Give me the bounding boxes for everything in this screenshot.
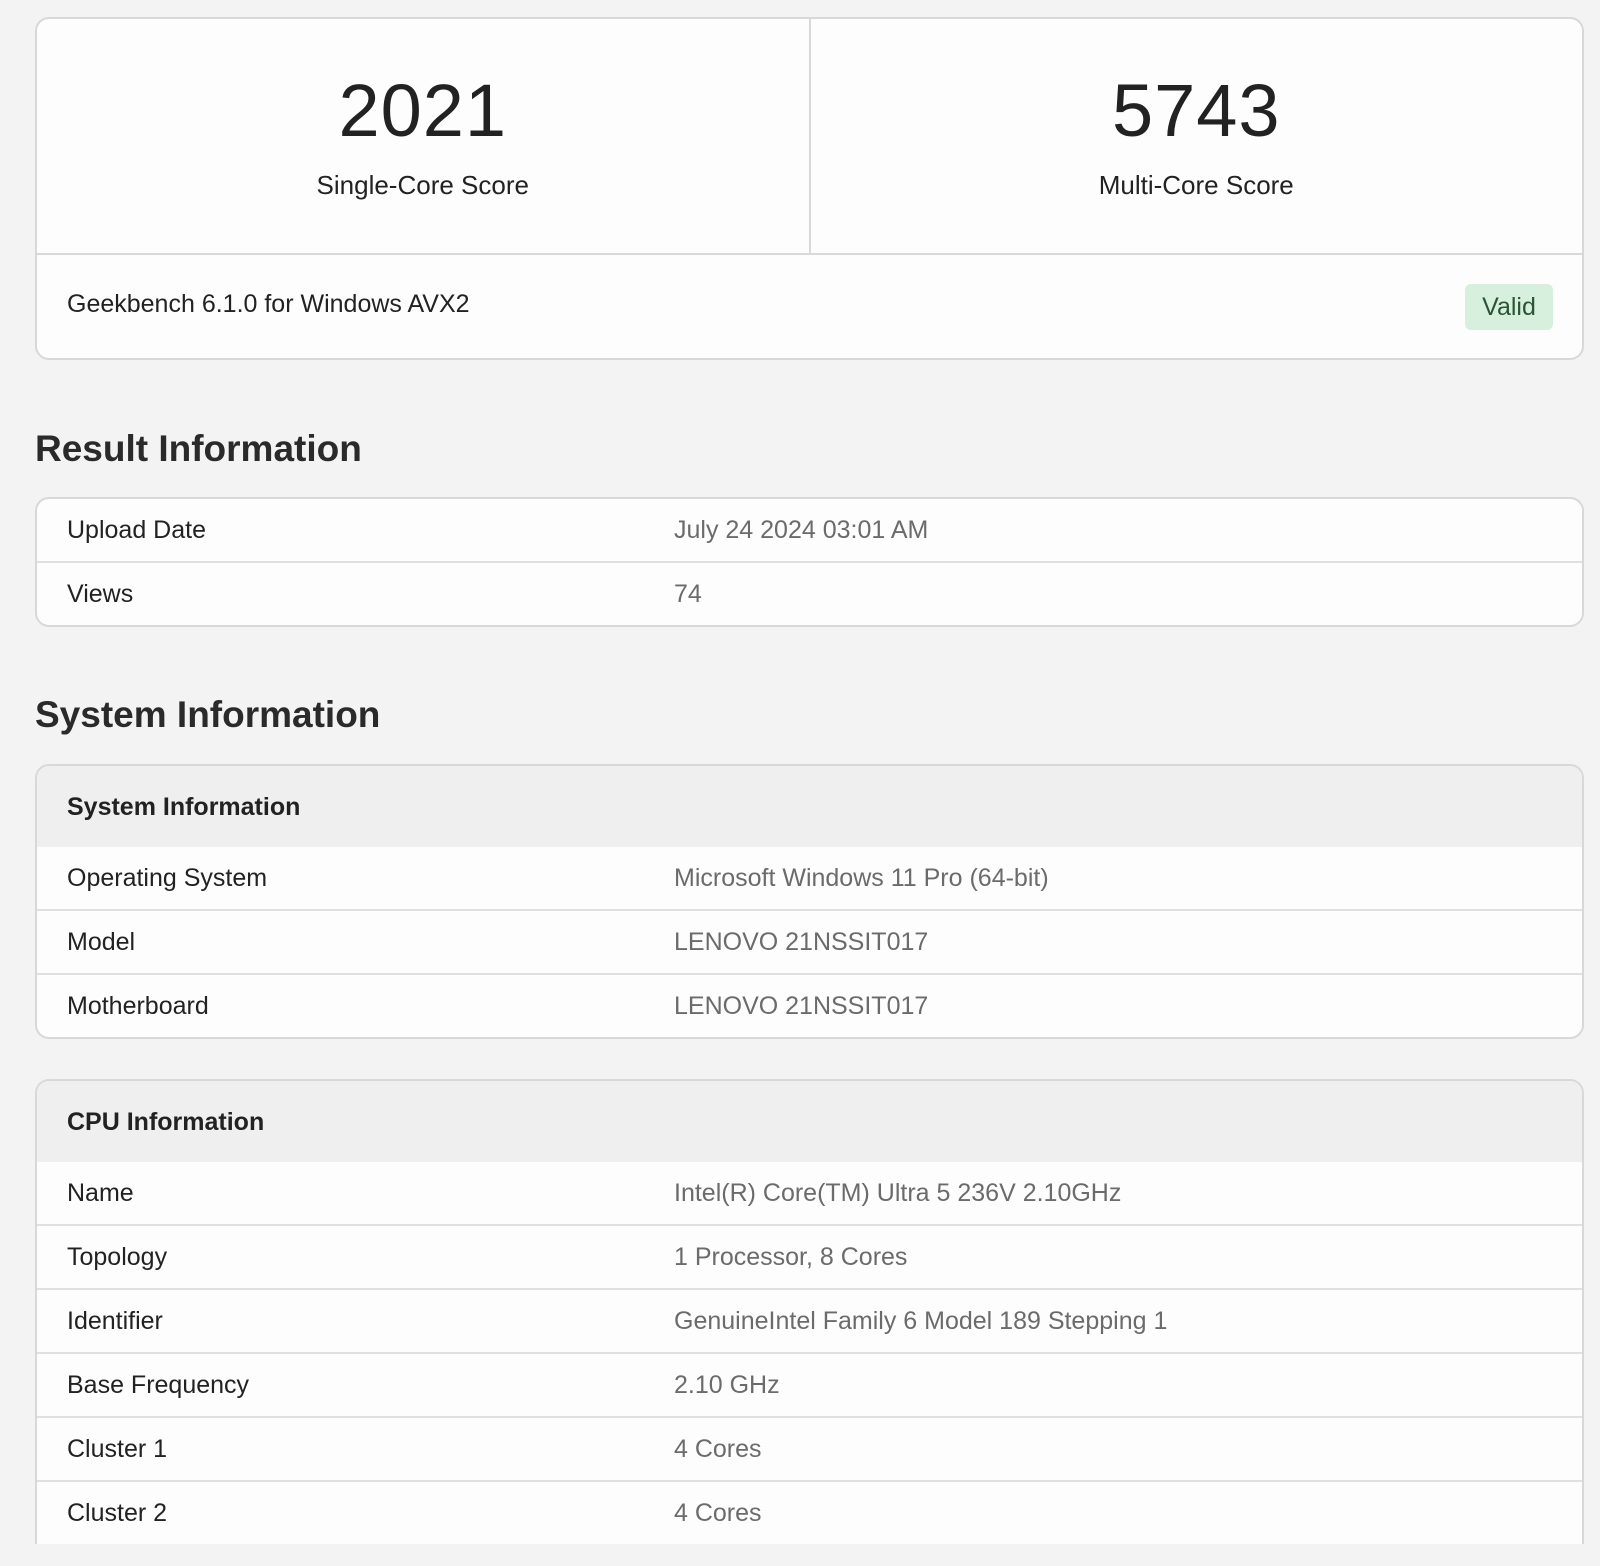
row-key: Identifier: [67, 1306, 163, 1335]
system-information-title: System Information: [35, 694, 381, 735]
row-value: 74: [674, 579, 702, 608]
card-header: CPU Information: [37, 1081, 1582, 1162]
table-row: Model LENOVO 21NSSIT017: [37, 909, 1582, 973]
row-key: Views: [67, 579, 134, 608]
single-core-score-cell: 2021 Single-Core Score: [37, 19, 809, 253]
table-row: Motherboard LENOVO 21NSSIT017: [37, 973, 1582, 1037]
row-key: Upload Date: [67, 515, 206, 544]
table-row: Upload Date July 24 2024 03:01 AM: [37, 499, 1582, 561]
status-badge: Valid: [1465, 284, 1553, 330]
row-key: Base Frequency: [67, 1370, 250, 1399]
row-key: Name: [67, 1178, 134, 1207]
row-value: GenuineIntel Family 6 Model 189 Stepping…: [674, 1306, 1168, 1335]
result-information-card: Upload Date July 24 2024 03:01 AM Views …: [35, 497, 1584, 627]
table-row: Identifier GenuineIntel Family 6 Model 1…: [37, 1288, 1582, 1352]
row-key: Motherboard: [67, 991, 209, 1020]
single-core-score-value: 2021: [338, 69, 508, 152]
score-card: 2021 Single-Core Score 5743 Multi-Core S…: [35, 17, 1584, 360]
table-row: Cluster 1 4 Cores: [37, 1416, 1582, 1480]
row-key: Operating System: [67, 863, 268, 892]
table-row: Name Intel(R) Core(TM) Ultra 5 236V 2.10…: [37, 1162, 1582, 1224]
row-value: LENOVO 21NSSIT017: [674, 991, 929, 1020]
row-value: LENOVO 21NSSIT017: [674, 927, 929, 956]
single-core-score-label: Single-Core Score: [316, 170, 529, 200]
benchmark-version: Geekbench 6.1.0 for Windows AVX2: [67, 290, 470, 318]
page: 2021 Single-Core Score 5743 Multi-Core S…: [0, 0, 1600, 1566]
table-row: Views 74: [37, 561, 1582, 625]
row-value: July 24 2024 03:01 AM: [674, 515, 929, 544]
row-key: Topology: [67, 1242, 168, 1271]
table-row: Operating System Microsoft Windows 11 Pr…: [37, 847, 1582, 909]
version-row: Geekbench 6.1.0 for Windows AVX2 Valid: [37, 255, 1582, 360]
table-row: Base Frequency 2.10 GHz: [37, 1352, 1582, 1416]
row-key: Model: [67, 927, 136, 956]
multi-core-score-cell: 5743 Multi-Core Score: [808, 19, 1583, 253]
row-value: 4 Cores: [674, 1434, 762, 1463]
row-key: Cluster 2: [67, 1498, 168, 1527]
cpu-information-card: CPU Information Name Intel(R) Core(TM) U…: [35, 1079, 1584, 1544]
table-row: Cluster 2 4 Cores: [37, 1480, 1582, 1544]
table-row: Topology 1 Processor, 8 Cores: [37, 1224, 1582, 1288]
row-value: Intel(R) Core(TM) Ultra 5 236V 2.10GHz: [674, 1178, 1122, 1207]
card-header: System Information: [37, 766, 1582, 847]
multi-core-score-value: 5743: [1111, 69, 1281, 152]
result-information-title: Result Information: [35, 428, 362, 469]
row-value: Microsoft Windows 11 Pro (64-bit): [674, 863, 1049, 892]
scores-row: 2021 Single-Core Score 5743 Multi-Core S…: [37, 19, 1582, 255]
row-value: 2.10 GHz: [674, 1370, 780, 1399]
multi-core-score-label: Multi-Core Score: [1098, 170, 1294, 200]
row-key: Cluster 1: [67, 1434, 168, 1463]
row-value: 1 Processor, 8 Cores: [674, 1242, 908, 1271]
system-information-card: System Information Operating System Micr…: [35, 764, 1584, 1039]
row-value: 4 Cores: [674, 1498, 762, 1527]
